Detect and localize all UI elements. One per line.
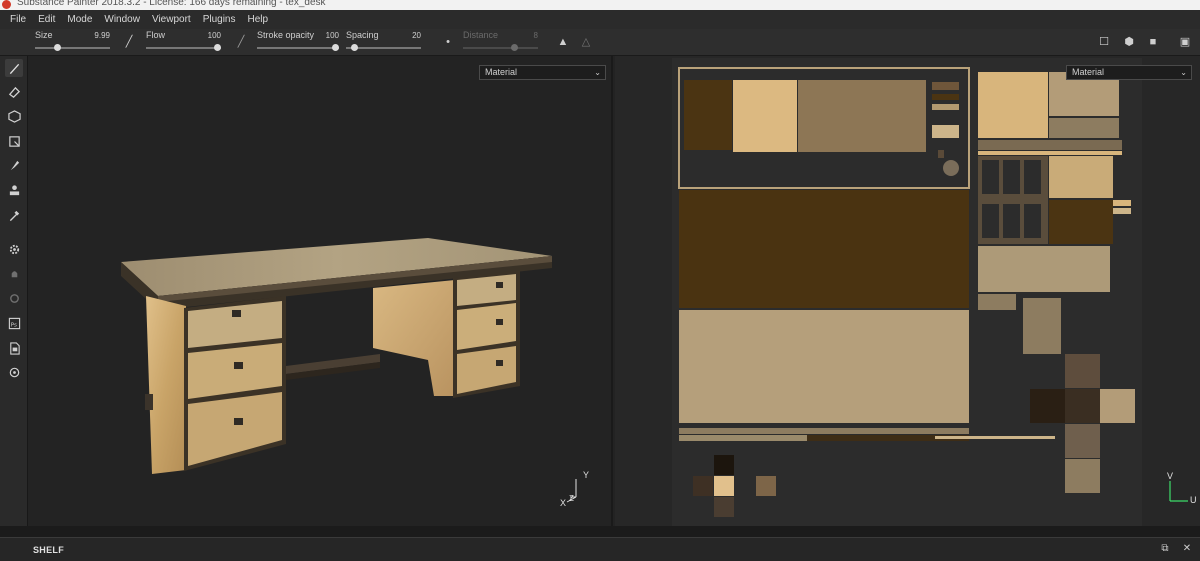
bake-button[interactable] [5,289,23,307]
flow-slider[interactable]: Flow 100 [146,29,221,56]
substance-logo-icon [2,0,11,9]
size-slider[interactable]: Size 9.99 [35,29,110,56]
cog-icon [9,367,19,377]
eyedropper-icon [9,210,19,221]
stroke-opacity-value[interactable]: 100 [326,31,339,40]
camera-mode-icon[interactable]: ☐ [1097,35,1111,49]
export-textures-button[interactable] [5,339,23,357]
axis-gizmo-3d: Y X Z [558,470,598,511]
menu-plugins[interactable]: Plugins [197,14,242,25]
settings-tool-button[interactable] [5,240,23,258]
axis-x-label: X [560,498,567,508]
viewport-3d[interactable]: Material ⌄ Y X Z [28,56,613,526]
distance-label: Distance [463,30,499,40]
symmetry-settings-icon[interactable]: △ [579,35,593,49]
document-export-icon [9,341,20,355]
title-bar: Substance Painter 2018.3.2 - License: 16… [0,0,1200,10]
menu-window[interactable]: Window [98,14,146,25]
size-thumb[interactable] [54,44,62,51]
screenshot-icon[interactable]: ▣ [1178,35,1192,49]
menu-file[interactable]: File [4,14,32,25]
stroke-opacity-slider[interactable]: Stroke opacity 100 [257,29,339,56]
chevron-down-icon: ⌄ [1180,68,1187,77]
tool-properties-bar: Size 9.99 ╱ Flow 100 ╱ Stroke opacity 10… [0,29,1200,56]
menu-bar: File Edit Mode Window Viewport Plugins H… [0,10,1200,29]
panel-divider [0,526,1200,537]
distance-track [463,47,538,49]
display-mode-icon[interactable]: ⬢ [1122,35,1136,49]
distance-thumb [510,44,518,51]
polygon-fill-tool-button[interactable] [5,132,23,150]
stroke-opacity-label: Stroke opacity [257,30,315,40]
color-picker-tool-button[interactable] [5,206,23,224]
channel-select-2d[interactable]: Material ⌄ [1066,65,1192,80]
distance-slider: Distance 8 [463,29,538,56]
axis-u-label: U [1190,495,1197,505]
flow-label: Flow [146,30,166,40]
stroke-opacity-thumb[interactable] [332,44,339,51]
svg-text:Ps: Ps [10,322,16,328]
flow-track[interactable] [146,47,221,49]
photoshop-icon: Ps [8,317,20,329]
flow-thumb[interactable] [214,44,221,51]
viewport-2d[interactable]: Material ⌄ V U [615,56,1200,526]
menu-help[interactable]: Help [242,14,275,25]
brush-icon[interactable]: ╱ [122,35,136,49]
gear-icon [9,244,19,254]
uv-island-light-wood [679,310,969,423]
spacing-value[interactable]: 20 [412,31,421,40]
right-pedestal-side [373,280,455,396]
paint-tool-button[interactable] [5,59,23,77]
stroke-opacity-track[interactable] [257,47,339,49]
smudge-tool-button[interactable] [5,156,23,174]
size-label: Size [35,30,53,40]
uv-texture-map[interactable] [672,58,1142,526]
size-value[interactable]: 9.99 [94,31,110,40]
polygon-fill-icon [8,135,20,147]
stroke-icon[interactable]: ╱ [234,35,248,49]
substance-painter-window: Substance Painter 2018.3.2 - License: 16… [0,0,1200,561]
menu-mode[interactable]: Mode [61,14,98,25]
notification-button[interactable] [5,265,23,283]
clone-stamp-icon [9,184,19,195]
projection-tool-button[interactable] [5,107,23,125]
desk-model[interactable] [28,56,613,526]
bake-icon [9,293,19,303]
left-pedestal-side [146,296,186,474]
tool-rail: Ps [0,56,28,526]
photoshop-export-button[interactable]: Ps [5,314,23,332]
cube-projection-icon [7,109,21,123]
menu-edit[interactable]: Edit [32,14,61,25]
symmetry-icon[interactable]: ▲ [556,35,570,49]
flow-value[interactable]: 100 [208,31,221,40]
menu-viewport[interactable]: Viewport [146,14,197,25]
eraser-icon [8,86,20,98]
distance-value: 8 [533,31,538,40]
close-icon[interactable]: ✕ [1182,544,1192,554]
spacing-label: Spacing [346,30,379,40]
video-camera-icon[interactable]: ■ [1146,35,1160,49]
shelf-panel: SHELF ⧉ ✕ [0,537,1200,561]
uv-texture-area[interactable] [672,58,1142,526]
lazy-mouse-icon[interactable]: • [441,35,455,49]
channel-select-2d-value: Material [1072,67,1105,77]
eraser-tool-button[interactable] [5,83,23,101]
axis-y-label: Y [583,470,590,480]
spacing-thumb[interactable] [351,44,359,51]
axis-z-label: Z [569,494,574,503]
project-settings-button[interactable] [5,363,23,381]
clone-tool-button[interactable] [5,181,23,199]
uv-island-dark-wood [679,190,969,308]
bell-icon [11,270,17,277]
spacing-slider[interactable]: Spacing 20 [346,29,421,56]
axis-v-label: V [1167,471,1174,481]
float-panel-icon[interactable]: ⧉ [1160,544,1170,554]
size-track[interactable] [35,47,110,49]
axis-gizmo-2d: V U [1164,471,1199,508]
paint-brush-icon [9,63,19,74]
shelf-title: SHELF [33,545,65,555]
smudge-icon [10,160,19,170]
window-title: Substance Painter 2018.3.2 - License: 16… [17,0,326,8]
